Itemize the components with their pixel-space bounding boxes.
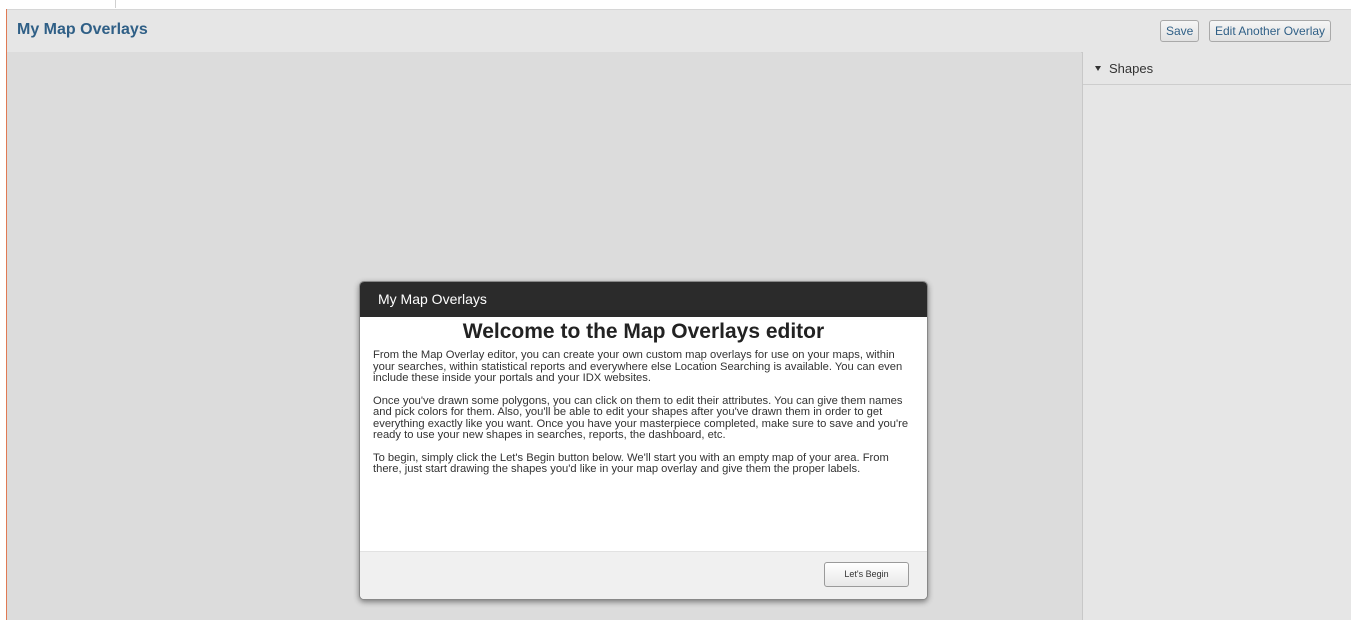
edit-another-overlay-button[interactable]: Edit Another Overlay (1209, 20, 1332, 42)
page-title: My Map Overlays (17, 21, 148, 38)
shapes-section-toggle[interactable]: Shapes (1083, 52, 1351, 85)
dialog-footer: Let's Begin (360, 551, 927, 599)
dialog-title: My Map Overlays (378, 291, 487, 307)
side-panel: Shapes (1082, 52, 1351, 620)
dialog-paragraph-2: Once you've drawn some polygons, you can… (373, 394, 909, 441)
dialog-paragraph-1: From the Map Overlay editor, you can cre… (373, 349, 903, 384)
dialog-titlebar: My Map Overlays (360, 282, 927, 317)
triangle-down-icon (1095, 65, 1101, 71)
dialog-heading: Welcome to the Map Overlays editor (462, 320, 825, 343)
top-strip-divider (115, 0, 116, 8)
dialog-content: Welcome to the Map Overlays editor From … (360, 320, 927, 476)
dialog-paragraph-3: To begin, simply click the Let's Begin b… (373, 451, 889, 475)
page-header: My Map Overlays Save Edit Another Overla… (7, 9, 1351, 53)
lets-begin-button[interactable]: Let's Begin (824, 562, 909, 587)
save-button[interactable]: Save (1160, 20, 1200, 42)
shapes-section-label: Shapes (1109, 60, 1154, 76)
top-strip (0, 0, 1351, 9)
welcome-dialog: My Map Overlays Welcome to the Map Overl… (359, 281, 928, 600)
left-edge (0, 9, 7, 620)
